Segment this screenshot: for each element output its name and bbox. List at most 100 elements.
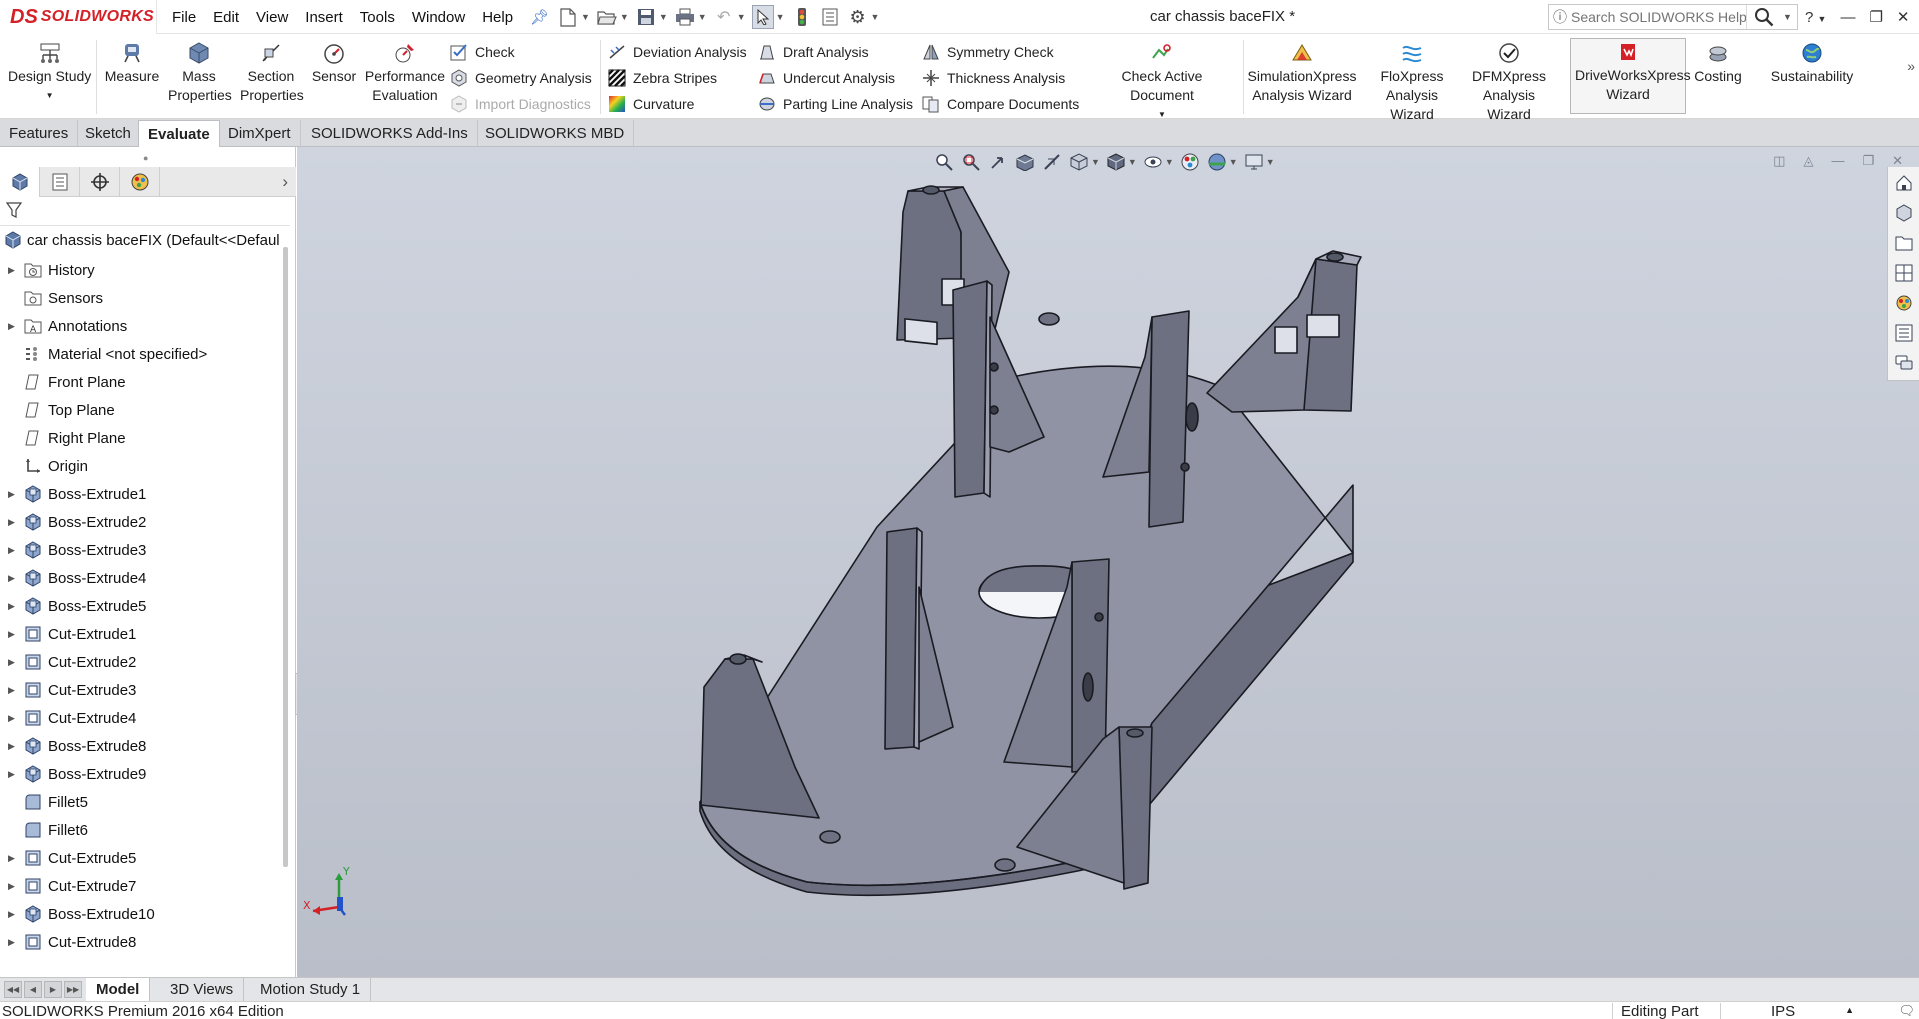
filter-funnel-icon[interactable] xyxy=(5,201,23,223)
rebuild-traffic-light-icon[interactable] xyxy=(791,5,813,29)
driveworksxpress-button[interactable]: DriveWorksXpress Wizard xyxy=(1570,38,1691,114)
expand-arrow-icon[interactable]: ▶ xyxy=(8,853,16,864)
tree-item[interactable]: Fillet5 xyxy=(0,788,282,816)
restore-icon[interactable]: ❐ xyxy=(1869,8,1882,26)
expand-arrow-icon[interactable]: ▶ xyxy=(8,517,16,528)
expand-arrow-icon[interactable]: ▶ xyxy=(8,713,16,724)
draft-analysis-button[interactable]: Draft Analysis xyxy=(757,40,869,64)
sensor-button[interactable]: Sensor xyxy=(310,40,358,86)
tree-item[interactable]: ▶ Boss-Extrude3 xyxy=(0,536,282,564)
tree-item[interactable]: ▶ Cut-Extrude2 xyxy=(0,648,282,676)
tree-item[interactable]: Material <not specified> xyxy=(0,340,282,368)
unit-system-selector[interactable]: IPS ▲ xyxy=(1720,1003,1890,1019)
expand-arrow-icon[interactable]: ▶ xyxy=(8,545,16,556)
tab-sketch[interactable]: Sketch xyxy=(76,120,141,146)
geometry-analysis-button[interactable]: Geometry Analysis xyxy=(449,66,592,90)
tree-item[interactable]: Front Plane xyxy=(0,368,282,396)
propertymanager-tab-icon[interactable] xyxy=(40,166,80,197)
tree-item[interactable]: ▶ Boss-Extrude5 xyxy=(0,592,282,620)
chevron-down-icon[interactable]: ▼ xyxy=(776,12,785,22)
tree-filter[interactable] xyxy=(0,198,290,226)
tab-features[interactable]: Features xyxy=(0,120,79,146)
tree-item[interactable]: ▶ Cut-Extrude7 xyxy=(0,872,282,900)
displaymanager-tab-icon[interactable] xyxy=(120,166,160,197)
featuremanager-tab-icon[interactable] xyxy=(0,166,40,197)
help-search-input[interactable] xyxy=(1571,9,1746,25)
solidworks-logo[interactable]: DS SOLIDWORKS xyxy=(0,0,157,34)
undercut-analysis-button[interactable]: Undercut Analysis xyxy=(757,66,895,90)
chevron-down-icon[interactable]: ▼ xyxy=(1780,12,1795,22)
menu-tools[interactable]: Tools xyxy=(360,9,395,26)
parting-line-analysis-button[interactable]: Parting Line Analysis xyxy=(757,92,913,116)
options-gear-icon[interactable]: ⚙ xyxy=(847,5,869,29)
expand-arrow-icon[interactable]: ▶ xyxy=(8,265,16,276)
expand-arrow-icon[interactable]: ▶ xyxy=(8,741,16,752)
simulationxpress-button[interactable]: SimulationXpress Analysis Wizard xyxy=(1247,40,1357,105)
tree-item[interactable]: Top Plane xyxy=(0,396,282,424)
tree-scrollbar[interactable] xyxy=(283,247,288,867)
file-properties-icon[interactable] xyxy=(819,5,841,29)
expand-arrow-icon[interactable]: ▶ xyxy=(8,321,16,332)
tab-dimxpert[interactable]: DimXpert xyxy=(219,120,301,146)
sustainability-button[interactable]: Sustainability xyxy=(1766,40,1858,86)
tree-root-part[interactable]: car chassis baceFIX (Default<<Defaul xyxy=(4,231,280,249)
tree-item[interactable]: ▶ Cut-Extrude3 xyxy=(0,676,282,704)
chassis-3d-model[interactable] xyxy=(297,147,1919,977)
ribbon-overflow-icon[interactable]: » xyxy=(1907,58,1915,74)
undo-icon[interactable]: ↶ xyxy=(713,5,735,29)
check-active-document-button[interactable]: Check Active Document ▼ xyxy=(1088,40,1236,124)
tree-item[interactable]: ▶ Cut-Extrude5 xyxy=(0,844,282,872)
expand-arrow-icon[interactable]: ▶ xyxy=(8,685,16,696)
tree-item[interactable]: ▶ A Annotations xyxy=(0,312,282,340)
tree-item[interactable]: Fillet6 xyxy=(0,816,282,844)
chevron-down-icon[interactable]: ▼ xyxy=(737,12,746,22)
compare-documents-button[interactable]: Compare Documents xyxy=(921,92,1079,116)
new-document-icon[interactable] xyxy=(557,5,579,29)
menu-edit[interactable]: Edit xyxy=(213,9,239,26)
performance-evaluation-button[interactable]: Performance Evaluation xyxy=(363,40,447,105)
save-icon[interactable] xyxy=(635,5,657,29)
menu-file[interactable]: File xyxy=(172,9,196,26)
previous-tab-icon[interactable]: ◀ xyxy=(24,981,42,998)
tab-solidworks-add-ins[interactable]: SOLIDWORKS Add-Ins xyxy=(302,120,478,146)
tree-item[interactable]: Origin xyxy=(0,452,282,480)
panel-grip-handle[interactable]: ● xyxy=(143,153,148,163)
menu-help[interactable]: Help xyxy=(482,9,513,26)
import-diagnostics-button[interactable]: Import Diagnostics xyxy=(449,92,591,116)
chevron-down-icon[interactable]: ▼ xyxy=(659,12,668,22)
menu-insert[interactable]: Insert xyxy=(305,9,343,26)
curvature-button[interactable]: Curvature xyxy=(607,92,694,116)
chevron-down-icon[interactable]: ▼ xyxy=(620,12,629,22)
measure-button[interactable]: Measure xyxy=(104,40,160,86)
tree-item[interactable]: ▶ Boss-Extrude2 xyxy=(0,508,282,536)
expand-arrow-icon[interactable]: ▶ xyxy=(8,769,16,780)
tree-item[interactable]: Right Plane xyxy=(0,424,282,452)
expand-arrow-icon[interactable]: ▶ xyxy=(8,489,16,500)
chevron-right-icon[interactable]: › xyxy=(282,172,288,192)
tab-solidworks-mbd[interactable]: SOLIDWORKS MBD xyxy=(476,120,635,146)
minimize-icon[interactable]: — xyxy=(1840,9,1855,26)
tab-3d-views[interactable]: 3D Views xyxy=(160,978,245,1001)
help-menu-icon[interactable]: ? ▼ xyxy=(1805,9,1826,26)
expand-arrow-icon[interactable]: ▶ xyxy=(8,881,16,892)
expand-arrow-icon[interactable]: ▶ xyxy=(8,937,16,948)
tab-motion-study-1[interactable]: Motion Study 1 xyxy=(250,978,372,1001)
expand-arrow-icon[interactable]: ▶ xyxy=(8,573,16,584)
tree-item[interactable]: ▶ Cut-Extrude4 xyxy=(0,704,282,732)
mass-properties-button[interactable]: Mass Properties xyxy=(166,40,232,105)
symmetry-check-button[interactable]: Symmetry Check xyxy=(921,40,1054,64)
first-tab-icon[interactable]: ◀◀ xyxy=(4,981,22,998)
expand-arrow-icon[interactable]: ▶ xyxy=(8,657,16,668)
status-messages-icon[interactable]: 🗨︎ xyxy=(1898,1003,1915,1019)
configurationmanager-tab-icon[interactable] xyxy=(80,166,120,197)
costing-button[interactable]: Costing xyxy=(1692,40,1744,86)
thickness-analysis-button[interactable]: Thickness Analysis xyxy=(921,66,1065,90)
tree-item[interactable]: ▶ Boss-Extrude4 xyxy=(0,564,282,592)
chevron-down-icon[interactable]: ▼ xyxy=(581,12,590,22)
chevron-down-icon[interactable]: ▼ xyxy=(46,86,54,105)
menu-view[interactable]: View xyxy=(256,9,288,26)
dfmxpress-button[interactable]: DFMXpress Analysis Wizard xyxy=(1464,40,1554,124)
tree-item[interactable]: ▶ Boss-Extrude9 xyxy=(0,760,282,788)
tab-model[interactable]: Model xyxy=(86,978,151,1001)
select-arrow-icon[interactable] xyxy=(751,5,774,29)
